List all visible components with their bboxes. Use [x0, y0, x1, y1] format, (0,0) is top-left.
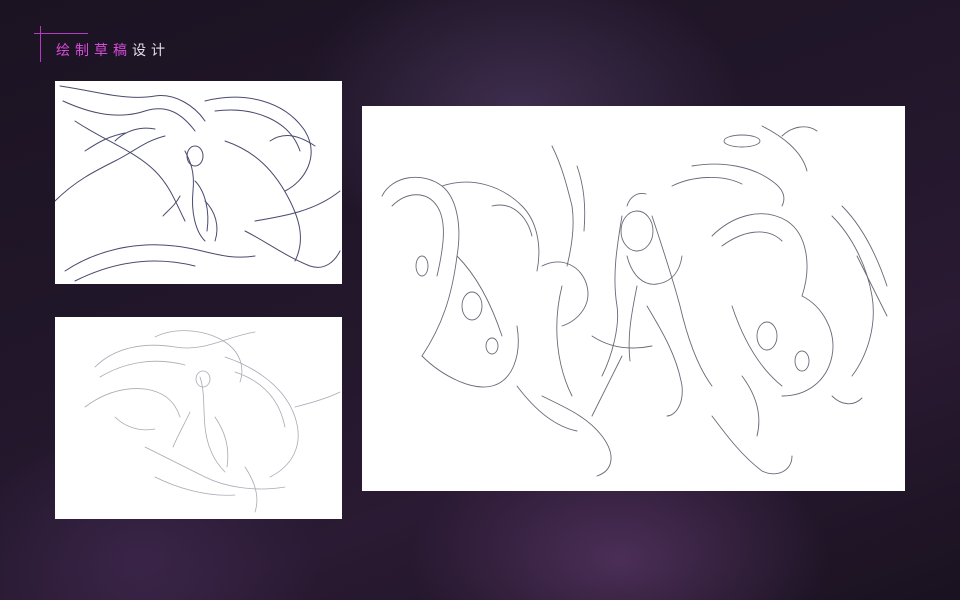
sketch-panel-bottom-left — [55, 317, 342, 519]
header-accent-line-horizontal — [34, 33, 88, 34]
page-title-rest: 设计 — [132, 43, 170, 59]
sketch-panel-main — [362, 106, 905, 491]
header-accent-line-vertical — [40, 26, 41, 62]
page-title: 绘制草稿设计 — [56, 40, 170, 60]
page-title-highlight: 绘制草稿 — [56, 43, 132, 59]
sketch-image-detailed — [381, 125, 888, 477]
sketch-panel-top-left — [55, 81, 342, 284]
sketch-image-rough — [55, 85, 341, 282]
sketch-image-clean — [84, 330, 341, 513]
